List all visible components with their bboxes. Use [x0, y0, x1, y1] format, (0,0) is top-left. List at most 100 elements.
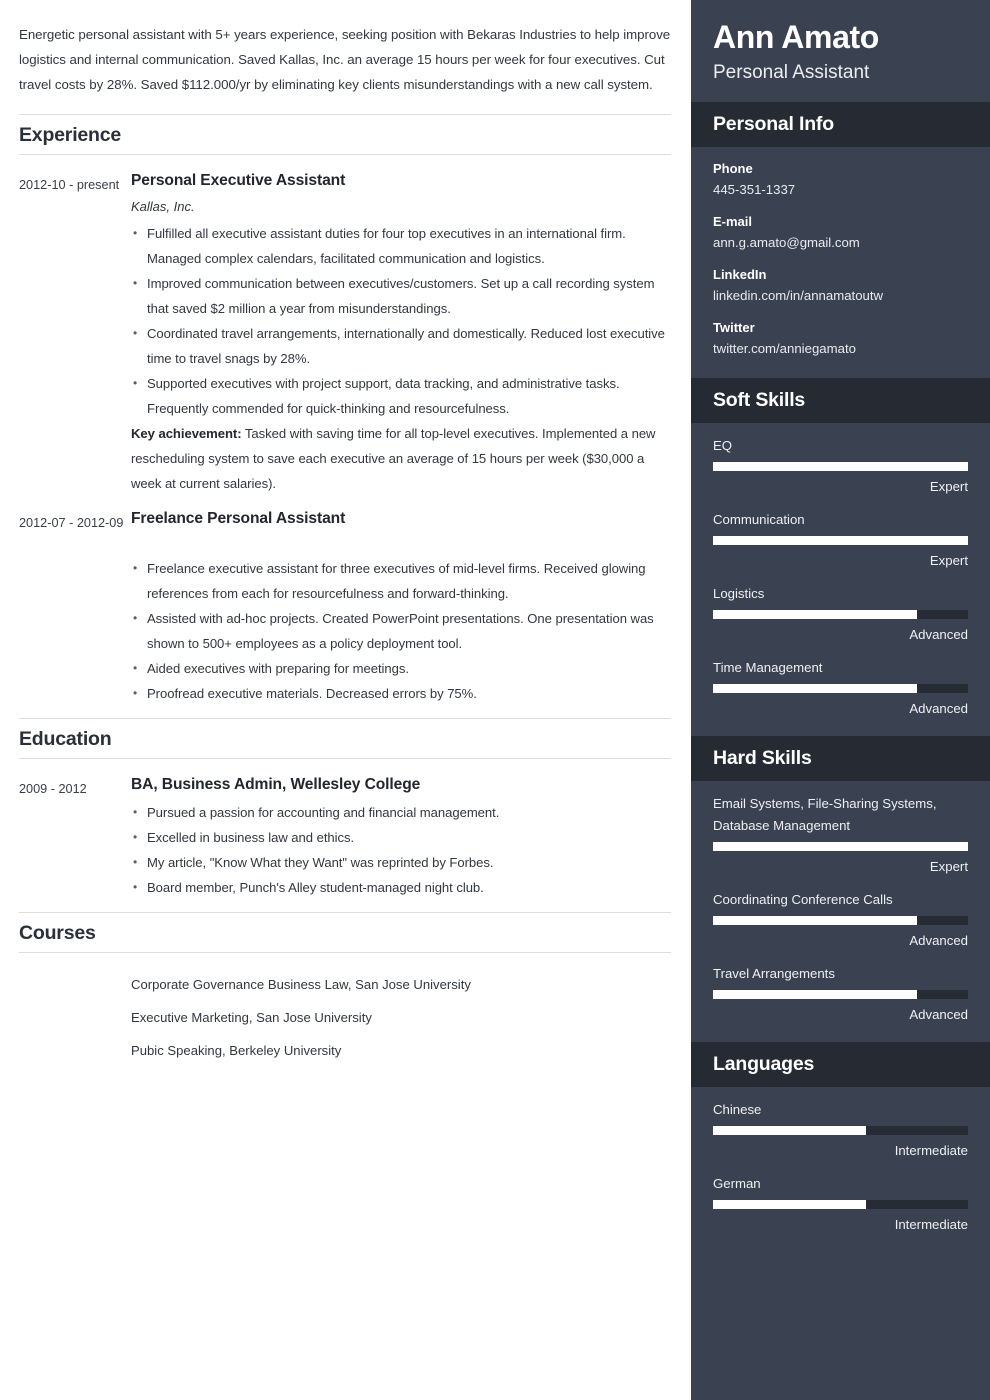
experience-section: Experience 2012-10 - present Personal Ex…	[19, 114, 671, 706]
experience-dates: 2012-10 - present	[19, 178, 120, 192]
company-name: Kallas, Inc.	[131, 199, 195, 214]
soft-skills-title: Soft Skills	[713, 389, 806, 411]
skill-row: Email Systems, File-Sharing Systems, Dat…	[713, 793, 968, 878]
skill-progress-fill	[713, 462, 968, 471]
skill-label: EQ	[713, 438, 733, 453]
courses-row: Corporate Governance Business Law, San J…	[19, 968, 671, 1067]
skill-row: EQ Expert	[713, 435, 968, 498]
soft-skills-header: Soft Skills	[691, 378, 990, 423]
personal-info-header: Personal Info	[691, 102, 990, 147]
education-dates: 2009 - 2012	[19, 782, 87, 796]
list-item: Pursued a passion for accounting and fin…	[131, 800, 665, 825]
education-section: Education 2009 - 2012 BA, Business Admin…	[19, 718, 671, 900]
sidebar: Ann Amato Personal Assistant Personal In…	[691, 0, 990, 1400]
list-item: Improved communication between executive…	[131, 271, 665, 321]
skill-level: Expert	[929, 479, 968, 494]
language-progress-fill	[713, 1200, 866, 1209]
key-achievement: Key achievement: Tasked with saving time…	[131, 421, 665, 496]
sidebar-header: Ann Amato Personal Assistant	[691, 0, 990, 102]
skill-row: Communication Expert	[713, 509, 968, 572]
courses-section-title: Courses	[19, 922, 96, 944]
skill-progress-fill	[713, 684, 917, 693]
experience-details: Freelance Personal Assistant Freelance e…	[131, 508, 671, 706]
job-bullets: Fulfilled all executive assistant duties…	[131, 221, 665, 421]
resume-page: Energetic personal assistant with 5+ yea…	[0, 0, 990, 1400]
skill-progress-bar	[713, 842, 968, 851]
language-progress-bar	[713, 1126, 968, 1135]
list-item: Executive Marketing, San Jose University	[131, 1010, 372, 1025]
education-entry: 2009 - 2012 BA, Business Admin, Wellesle…	[19, 774, 671, 900]
languages-body: Chinese Intermediate German Intermediate	[691, 1087, 990, 1252]
skill-row: Coordinating Conference Calls Advanced	[713, 889, 968, 952]
courses-list: Corporate Governance Business Law, San J…	[131, 968, 671, 1067]
languages-title: Languages	[713, 1053, 815, 1075]
degree-title: BA, Business Admin, Wellesley College	[131, 776, 421, 793]
soft-skills-body: EQ Expert Communication Expert Logistics…	[691, 423, 990, 736]
skill-progress-bar	[713, 916, 968, 925]
contact-label: Phone	[713, 161, 753, 176]
contact-item-twitter: Twitter twitter.com/anniegamato	[713, 318, 968, 360]
contact-value[interactable]: ann.g.amato@gmail.com	[713, 232, 968, 254]
skill-progress-fill	[713, 842, 968, 851]
skill-level: Advanced	[909, 1007, 968, 1022]
experience-entry: 2012-10 - present Personal Executive Ass…	[19, 170, 671, 496]
experience-entry: 2012-07 - 2012-09 Freelance Personal Ass…	[19, 508, 671, 706]
skill-level: Advanced	[909, 627, 968, 642]
experience-dates: 2012-07 - 2012-09	[19, 516, 124, 530]
contact-item-email: E-mail ann.g.amato@gmail.com	[713, 212, 968, 254]
skill-row: Time Management Advanced	[713, 657, 968, 720]
skill-progress-bar	[713, 990, 968, 999]
list-item: Corporate Governance Business Law, San J…	[131, 977, 471, 992]
contact-item-phone: Phone 445-351-1337	[713, 159, 968, 201]
page-title: Ann Amato	[713, 19, 879, 55]
list-item: My article, "Know What they Want" was re…	[131, 850, 665, 875]
language-row: Chinese Intermediate	[713, 1099, 968, 1162]
language-progress-bar	[713, 1200, 968, 1209]
language-level: Intermediate	[894, 1217, 968, 1232]
courses-section: Courses Corporate Governance Business La…	[19, 912, 671, 1067]
skill-row: Travel Arrangements Advanced	[713, 963, 968, 1026]
list-item: Assisted with ad-hoc projects. Created P…	[131, 606, 665, 656]
language-row: German Intermediate	[713, 1173, 968, 1236]
professional-summary: Energetic personal assistant with 5+ yea…	[19, 27, 671, 92]
language-label: German	[713, 1176, 761, 1191]
contact-value[interactable]: twitter.com/anniegamato	[713, 338, 968, 360]
key-achievement-label: Key achievement:	[131, 426, 242, 441]
language-level: Intermediate	[894, 1143, 968, 1158]
language-label: Chinese	[713, 1102, 762, 1117]
skill-progress-fill	[713, 536, 968, 545]
skill-label: Travel Arrangements	[713, 966, 835, 981]
education-section-title: Education	[19, 728, 112, 750]
contact-value[interactable]: linkedin.com/in/annamatoutw	[713, 285, 968, 307]
languages-header: Languages	[691, 1042, 990, 1087]
job-title: Freelance Personal Assistant	[131, 510, 346, 527]
skill-progress-fill	[713, 916, 917, 925]
list-item: Supported executives with project suppor…	[131, 371, 665, 421]
education-details: BA, Business Admin, Wellesley College Pu…	[131, 774, 671, 900]
experience-section-header: Experience	[19, 114, 671, 155]
list-item: Proofread executive materials. Decreased…	[131, 681, 665, 706]
contact-item-linkedin: LinkedIn linkedin.com/in/annamatoutw	[713, 265, 968, 307]
job-role-subtitle: Personal Assistant	[713, 62, 870, 83]
hard-skills-header: Hard Skills	[691, 736, 990, 781]
personal-info-body: Phone 445-351-1337 E-mail ann.g.amato@gm…	[691, 147, 990, 378]
list-item: Pubic Speaking, Berkeley University	[131, 1043, 342, 1058]
job-bullets: Freelance executive assistant for three …	[131, 556, 665, 706]
skill-level: Expert	[929, 553, 968, 568]
skill-level: Advanced	[909, 701, 968, 716]
skill-progress-bar	[713, 462, 968, 471]
skill-level: Expert	[929, 859, 968, 874]
skill-row: Logistics Advanced	[713, 583, 968, 646]
list-item: Board member, Punch's Alley student-mana…	[131, 875, 665, 900]
personal-info-title: Personal Info	[713, 113, 834, 135]
contact-value[interactable]: 445-351-1337	[713, 179, 968, 201]
skill-progress-bar	[713, 684, 968, 693]
experience-section-title: Experience	[19, 124, 122, 146]
skill-label: Logistics	[713, 586, 765, 601]
skill-progress-fill	[713, 990, 917, 999]
language-progress-fill	[713, 1126, 866, 1135]
list-item: Excelled in business law and ethics.	[131, 825, 665, 850]
contact-label: LinkedIn	[713, 267, 767, 282]
contact-label: E-mail	[713, 214, 753, 229]
list-item: Coordinated travel arrangements, interna…	[131, 321, 665, 371]
